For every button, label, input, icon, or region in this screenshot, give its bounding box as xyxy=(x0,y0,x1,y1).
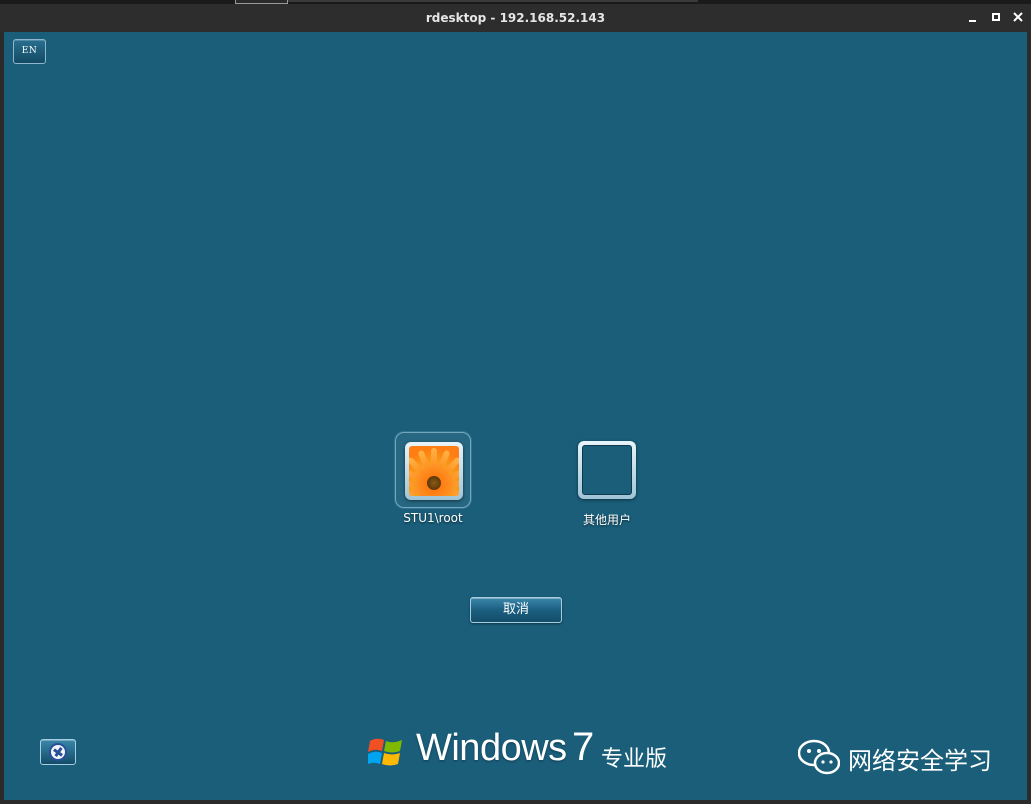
logon-screen: EN STU1\root 其他用户 取消 Windows 7 专业版 网络安全学… xyxy=(4,32,1027,800)
rdesktop-window: rdesktop - 192.168.52.143 EN STU1\root 其… xyxy=(0,0,1031,804)
language-indicator[interactable]: EN xyxy=(13,39,46,64)
user-tile-label: STU1\root xyxy=(403,511,463,525)
user-tile-label: 其他用户 xyxy=(582,513,631,527)
user-tile-other-user[interactable]: 其他用户 xyxy=(557,432,657,528)
user-tile-frame xyxy=(569,432,645,508)
ease-of-access-icon xyxy=(49,743,67,761)
minimize-icon xyxy=(969,20,976,22)
avatar-frame xyxy=(405,442,463,500)
user-tile-stu1-root[interactable]: STU1\root xyxy=(383,432,483,525)
cancel-button[interactable]: 取消 xyxy=(470,597,562,623)
flower-avatar xyxy=(409,446,459,496)
windows-flag-icon xyxy=(368,738,402,766)
brand-edition: 专业版 xyxy=(601,747,668,772)
maximize-button[interactable] xyxy=(989,10,1003,24)
maximize-icon xyxy=(992,13,1000,21)
ease-of-access-button[interactable] xyxy=(40,739,76,765)
flower-center xyxy=(427,476,441,490)
blank-avatar xyxy=(582,445,632,495)
minimize-button[interactable] xyxy=(966,10,980,24)
watermark: 网络安全学习 xyxy=(798,735,1008,775)
window-title: rdesktop - 192.168.52.143 xyxy=(425,11,606,25)
close-button[interactable] xyxy=(1011,10,1025,24)
wechat-icon xyxy=(798,739,840,775)
close-icon xyxy=(1013,12,1023,22)
top-tab-strip xyxy=(288,0,698,2)
brand-product-name: Windows xyxy=(416,727,567,769)
user-tile-selection-frame xyxy=(395,432,471,508)
windows-branding: Windows 7 专业版 xyxy=(368,725,688,779)
title-bar: rdesktop - 192.168.52.143 xyxy=(0,4,1031,32)
brand-version: 7 xyxy=(572,725,595,769)
avatar-frame xyxy=(578,441,636,499)
watermark-text: 网络安全学习 xyxy=(848,747,992,775)
